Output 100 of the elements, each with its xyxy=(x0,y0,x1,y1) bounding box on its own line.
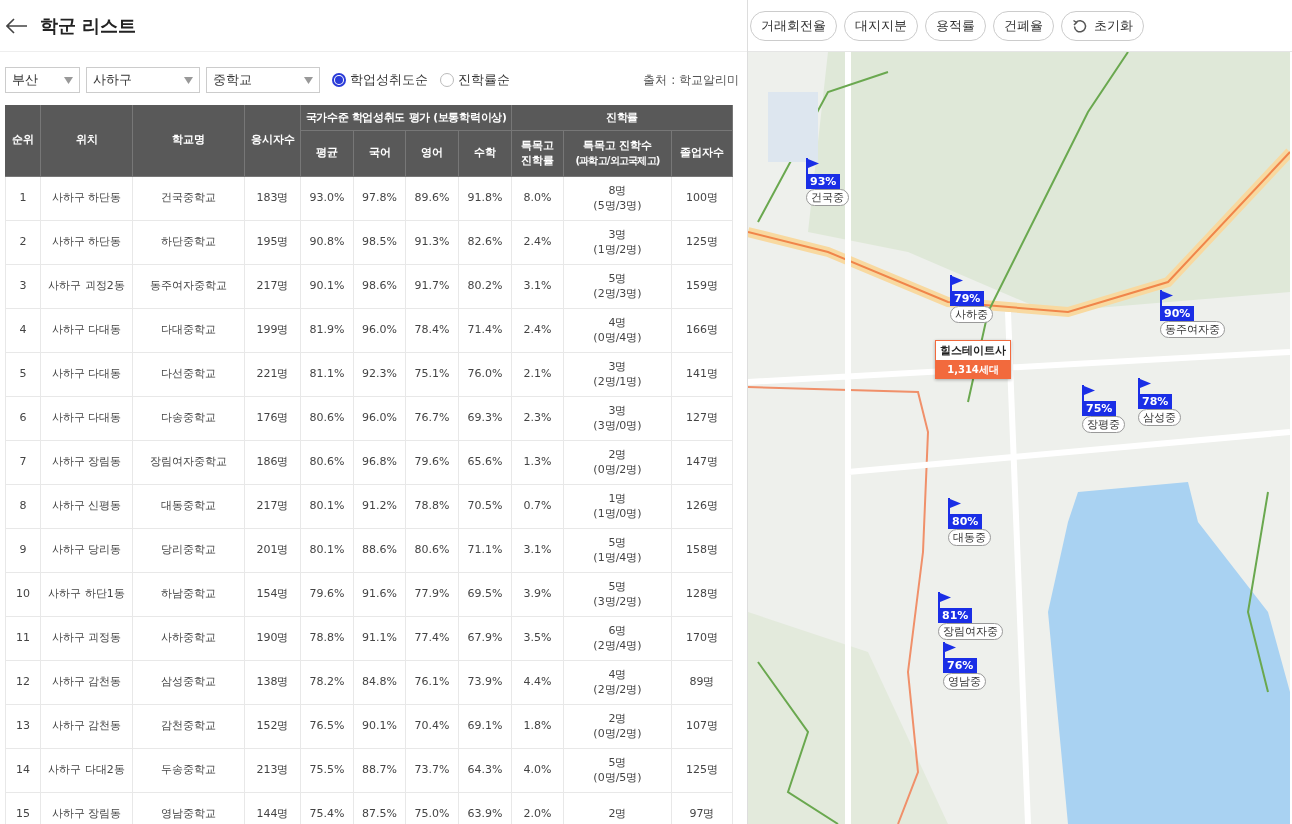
table-cell: 3명 (1명/2명) xyxy=(564,221,672,265)
table-cell: 1.8% xyxy=(512,705,564,749)
table-cell: 당리중학교 xyxy=(133,529,245,573)
table-cell: 사하구 괴정동 xyxy=(41,617,133,661)
school-label[interactable]: 장림여자중 xyxy=(938,623,1003,640)
filter-button[interactable]: 용적률 xyxy=(925,10,986,41)
table-cell: 88.6% xyxy=(354,529,406,573)
table-cell: 5명 (0명/5명) xyxy=(564,749,672,793)
table-cell: 4명 (2명/2명) xyxy=(564,661,672,705)
filter-button[interactable]: 대지지분 xyxy=(844,10,918,41)
table-cell: 8명 (5명/3명) xyxy=(564,177,672,221)
column-header: 위치 xyxy=(41,105,133,177)
school-label[interactable]: 동주여자중 xyxy=(1160,321,1225,338)
column-header: 국가수준 학업성취도 평가 (보통학력이상) xyxy=(301,105,512,131)
table-cell: 10 xyxy=(5,573,41,617)
table-cell: 91.2% xyxy=(354,485,406,529)
apartment-name[interactable]: 힐스테이트사 xyxy=(935,340,1011,361)
table-cell: 125명 xyxy=(672,749,733,793)
dropdown[interactable]: 사하구 xyxy=(86,67,200,93)
table-cell: 다송중학교 xyxy=(133,397,245,441)
table-cell: 사하구 하단동 xyxy=(41,177,133,221)
table-cell: 2 xyxy=(5,221,41,265)
back-icon[interactable] xyxy=(6,17,28,34)
table-cell: 80.6% xyxy=(406,529,459,573)
table-cell: 75.5% xyxy=(301,749,354,793)
table-cell: 80.1% xyxy=(301,485,354,529)
flag-icon xyxy=(1160,290,1174,306)
table-cell: 79.6% xyxy=(406,441,459,485)
table-cell: 80.2% xyxy=(459,265,512,309)
column-header: 진학률 xyxy=(512,105,733,131)
rate-badge[interactable]: 81% xyxy=(938,608,973,623)
table-cell: 96.0% xyxy=(354,397,406,441)
column-header: 응시자수 xyxy=(245,105,301,177)
table-cell: 3.1% xyxy=(512,265,564,309)
table-cell: 96.8% xyxy=(354,441,406,485)
table-cell: 217명 xyxy=(245,265,301,309)
table-cell: 125명 xyxy=(672,221,733,265)
rate-badge[interactable]: 79% xyxy=(950,291,985,306)
table-cell: 사하구 신평동 xyxy=(41,485,133,529)
table-cell: 5명 (1명/4명) xyxy=(564,529,672,573)
flag-icon xyxy=(1138,378,1152,394)
table-cell: 삼성중학교 xyxy=(133,661,245,705)
rate-badge[interactable]: 80% xyxy=(948,514,983,529)
table-cell: 76.7% xyxy=(406,397,459,441)
rate-badge[interactable]: 93% xyxy=(806,174,841,189)
flag-icon xyxy=(938,592,952,608)
table-cell: 126명 xyxy=(672,485,733,529)
table-cell: 201명 xyxy=(245,529,301,573)
dropdown[interactable]: 중학교 xyxy=(206,67,320,93)
filter-button[interactable]: 건폐율 xyxy=(993,10,1054,41)
table-cell: 2명 (0명/2명) xyxy=(564,441,672,485)
table-cell: 동주여자중학교 xyxy=(133,265,245,309)
table-cell: 159명 xyxy=(672,265,733,309)
table-cell: 67.9% xyxy=(459,617,512,661)
table-cell: 91.6% xyxy=(354,573,406,617)
table-cell: 71.1% xyxy=(459,529,512,573)
table-cell: 79.6% xyxy=(301,573,354,617)
sort-radio[interactable]: 학업성취도순 xyxy=(332,71,428,89)
table-cell: 91.8% xyxy=(459,177,512,221)
rate-badge[interactable]: 75% xyxy=(1082,401,1117,416)
table-cell: 대동중학교 xyxy=(133,485,245,529)
source-text: 출처 : 학교알리미 xyxy=(643,71,739,89)
table-cell: 73.7% xyxy=(406,749,459,793)
sort-radio[interactable]: 진학률순 xyxy=(440,71,510,89)
table-cell: 78.8% xyxy=(406,485,459,529)
table-cell: 두송중학교 xyxy=(133,749,245,793)
rate-badge[interactable]: 78% xyxy=(1138,394,1173,409)
dropdown[interactable]: 부산 xyxy=(5,67,80,93)
table-cell: 166명 xyxy=(672,309,733,353)
table-cell: 69.1% xyxy=(459,705,512,749)
rate-badge[interactable]: 76% xyxy=(943,658,978,673)
table-cell: 3.1% xyxy=(512,529,564,573)
column-header: 졸업자수 xyxy=(672,131,733,177)
table-cell: 사하구 다대동 xyxy=(41,353,133,397)
table-cell: 88.7% xyxy=(354,749,406,793)
table-cell: 76.5% xyxy=(301,705,354,749)
table-cell: 77.9% xyxy=(406,573,459,617)
table-cell: 138명 xyxy=(245,661,301,705)
table-cell: 12 xyxy=(5,661,41,705)
rate-badge[interactable]: 90% xyxy=(1160,306,1195,321)
table-cell: 사하구 감천동 xyxy=(41,705,133,749)
table-cell: 91.7% xyxy=(406,265,459,309)
table-cell: 195명 xyxy=(245,221,301,265)
reset-button[interactable]: 초기화 xyxy=(1061,10,1144,41)
table-cell: 100명 xyxy=(672,177,733,221)
table-cell: 3 xyxy=(5,265,41,309)
table-cell: 6 xyxy=(5,397,41,441)
table-cell: 77.4% xyxy=(406,617,459,661)
caret-icon xyxy=(304,76,313,84)
table-cell: 2.4% xyxy=(512,309,564,353)
filter-button[interactable]: 거래회전율 xyxy=(750,10,837,41)
table-cell: 75.1% xyxy=(406,353,459,397)
table-cell: 13 xyxy=(5,705,41,749)
table-cell: 176명 xyxy=(245,397,301,441)
table-cell: 사하구 다대2동 xyxy=(41,749,133,793)
table-cell: 사하구 장림동 xyxy=(41,793,133,824)
table-cell: 80.1% xyxy=(301,529,354,573)
table-cell: 190명 xyxy=(245,617,301,661)
table-cell: 사하구 다대동 xyxy=(41,309,133,353)
table-cell: 73.9% xyxy=(459,661,512,705)
